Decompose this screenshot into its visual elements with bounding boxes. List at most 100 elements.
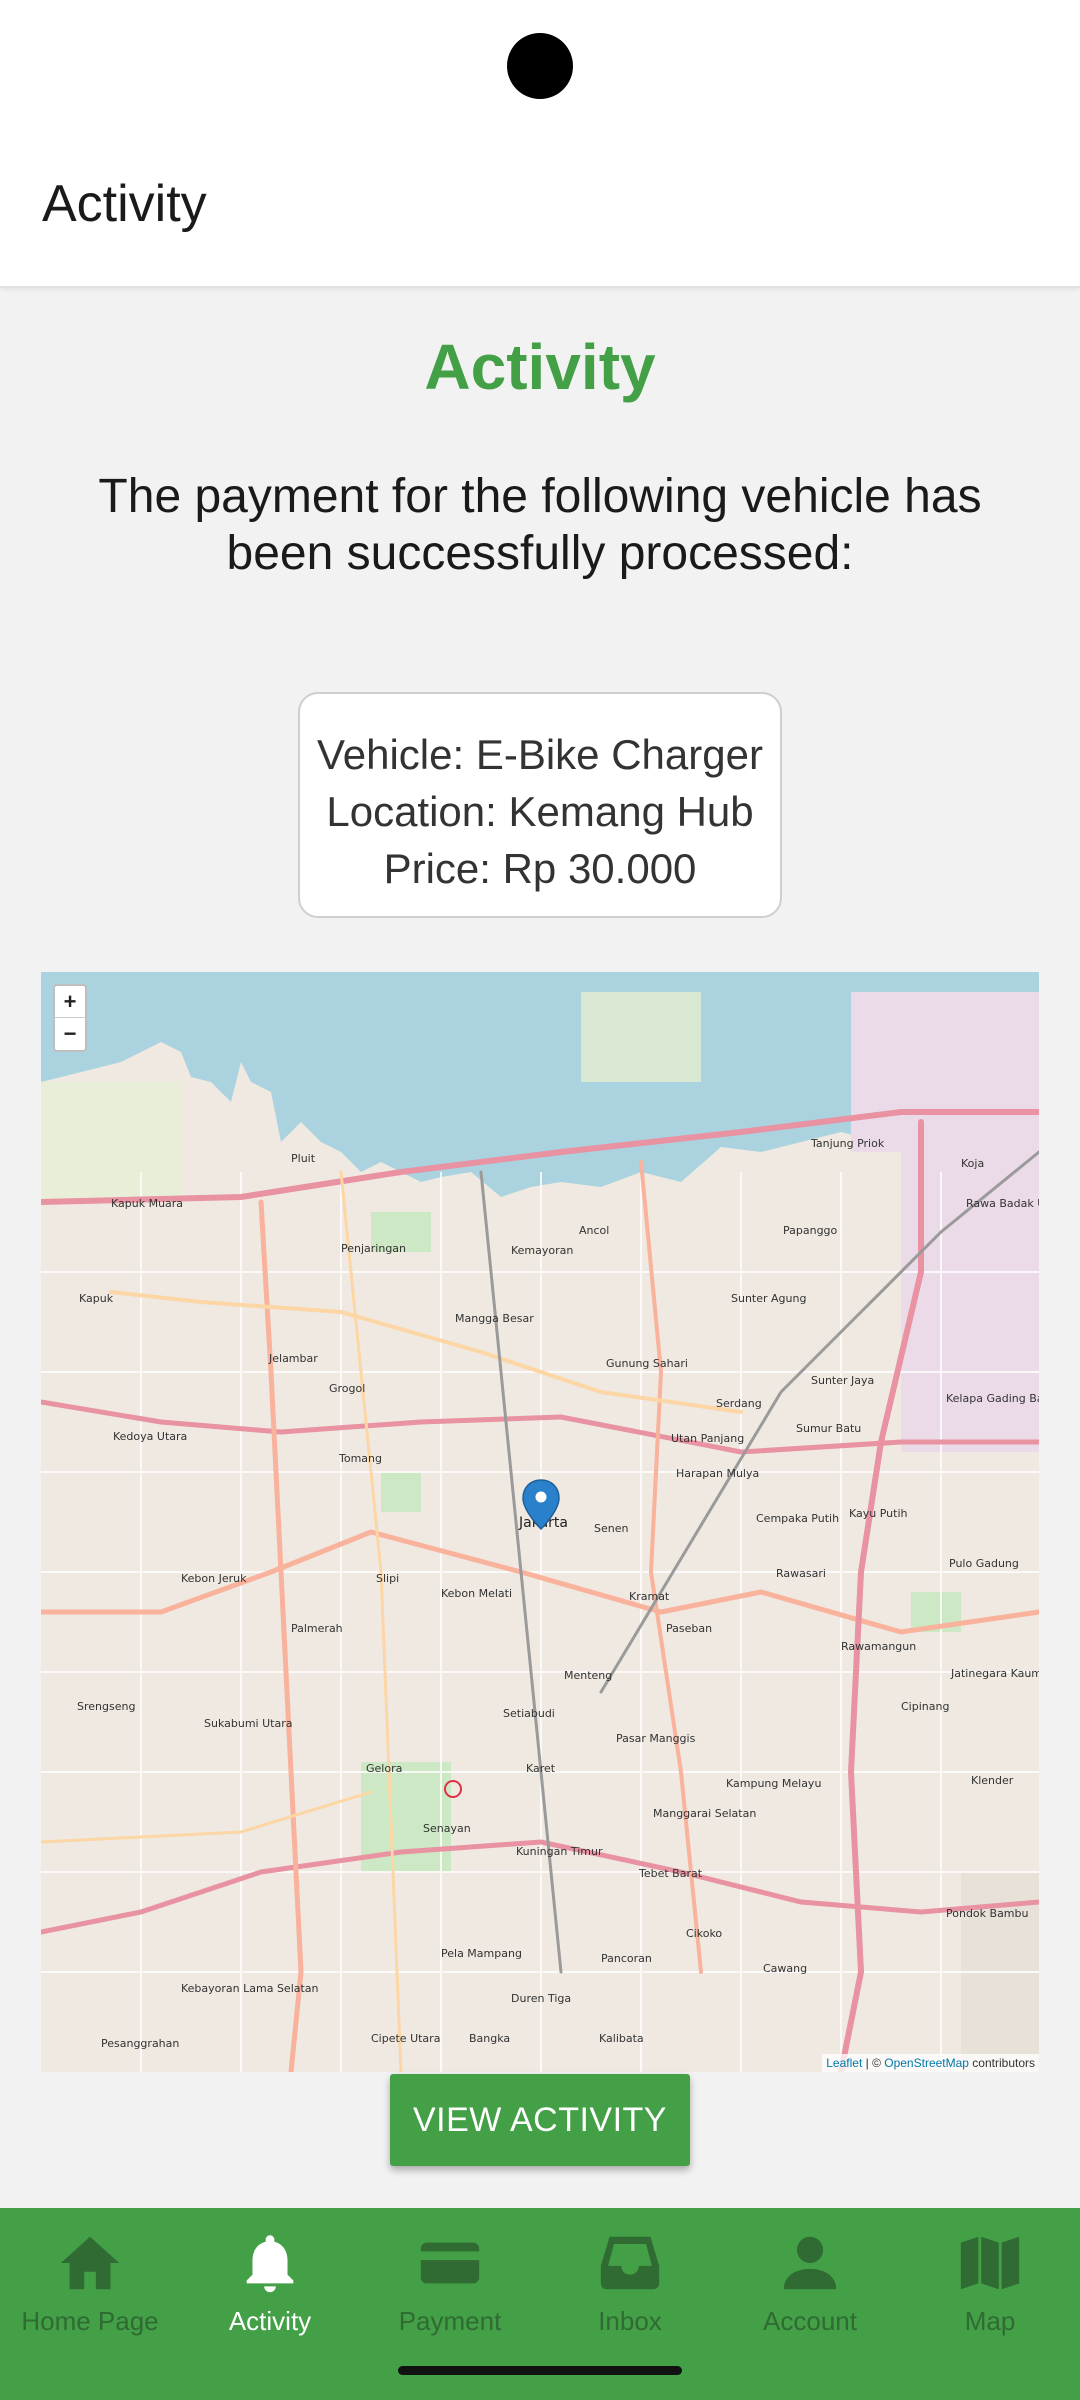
map-label-kedoya-utara: Kedoya Utara (113, 1430, 187, 1443)
map-label-grogol: Grogol (329, 1382, 365, 1395)
page-title: Activity (42, 175, 207, 233)
map-label-serdang: Serdang (716, 1397, 762, 1410)
map-label-rawamangun: Rawamangun (841, 1640, 916, 1653)
map-label-tomang: Tomang (338, 1452, 382, 1465)
map-label-manggarai: Manggarai Selatan (653, 1807, 756, 1820)
map-label-gunung-sahari: Gunung Sahari (606, 1357, 688, 1370)
home-indicator[interactable] (398, 2366, 682, 2375)
map-label-kebon-jeruk: Kebon Jeruk (181, 1572, 247, 1585)
map-label-jatinegara: Jatinegara Kaum (950, 1667, 1039, 1680)
success-message: The payment for the following vehicle ha… (98, 470, 982, 580)
map-label-papanggo: Papanggo (783, 1224, 838, 1237)
price-line: Price: Rp 30.000 (383, 845, 697, 892)
payment-info-card: Vehicle: E-Bike Charger Location: Kemang… (298, 692, 782, 918)
map-label-sumur-batu: Sumur Batu (796, 1422, 861, 1435)
view-activity-button[interactable]: VIEW ACTIVITY (390, 2074, 690, 2166)
nav-label-home: Home Page (21, 2306, 159, 2336)
location-line: Location: Kemang Hub (326, 788, 754, 835)
map-label-setiabudi: Setiabudi (503, 1707, 555, 1720)
map-label-cipinang: Cipinang (901, 1700, 949, 1713)
map-label-paseban: Paseban (666, 1622, 712, 1635)
map-icon (960, 2236, 1020, 2290)
map-label-sunter-jaya: Sunter Jaya (811, 1374, 874, 1387)
map-label-gelora: Gelora (366, 1762, 402, 1775)
map-label-menteng: Menteng (564, 1669, 612, 1682)
map-label-sukabumi-utara: Sukabumi Utara (204, 1717, 292, 1730)
map-label-pancoran: Pancoran (601, 1952, 652, 1965)
nav-label-payment: Payment (398, 2306, 502, 2336)
zoom-control: + − (53, 984, 87, 1052)
map-label-pluit: Pluit (291, 1152, 316, 1165)
map-label-koja: Koja (961, 1157, 984, 1170)
map-label-kapuk: Kapuk (79, 1292, 114, 1305)
map-label-pasar-manggis: Pasar Manggis (616, 1732, 696, 1745)
map-label-pela-mampang: Pela Mampang (441, 1947, 522, 1960)
inbox-icon (600, 2236, 660, 2290)
leaflet-link[interactable]: Leaflet (826, 2056, 862, 2070)
map-label-kuningan-timur: Kuningan Timur (516, 1845, 603, 1858)
map-label-cempaka-putih: Cempaka Putih (756, 1512, 839, 1525)
map-label-kapuk-muara: Kapuk Muara (111, 1197, 183, 1210)
map-label-pondok-bambu: Pondok Bambu (946, 1907, 1028, 1920)
map-label-karet: Karet (526, 1762, 556, 1775)
bottom-navigation: Home Page Activity Payment Inbox Account… (0, 2208, 1080, 2400)
map-label-cawang: Cawang (763, 1962, 807, 1975)
map-label-senayan: Senayan (423, 1822, 471, 1835)
nav-label-map: Map (964, 2306, 1016, 2336)
map-label-kayu-putih: Kayu Putih (849, 1507, 908, 1520)
map-label-pesanggrahan: Pesanggrahan (101, 2037, 179, 2050)
map-label-tebet-barat: Tebet Barat (638, 1867, 703, 1880)
nav-item-account[interactable]: Account (720, 2228, 900, 2348)
map-label-kebayoran: Kebayoran Lama Selatan (181, 1982, 319, 1995)
map-label-cikoko: Cikoko (686, 1927, 722, 1940)
map-label-klender: Klender (971, 1774, 1014, 1787)
map-label-rawa-badak: Rawa Badak Utara (966, 1197, 1039, 1210)
zoom-in-button[interactable]: + (55, 986, 85, 1017)
osm-link[interactable]: OpenStreetMap (884, 2056, 969, 2070)
map-label-jelambar: Jelambar (268, 1352, 318, 1365)
status-bar (0, 0, 1080, 130)
map-label-sunter-agung: Sunter Agung (731, 1292, 806, 1305)
map-label-senen: Senen (594, 1522, 628, 1535)
map-label-slipi: Slipi (376, 1572, 399, 1585)
map-label-mangga-besar: Mangga Besar (455, 1312, 534, 1325)
camera-cutout (507, 33, 573, 99)
zoom-out-button[interactable]: − (55, 1017, 85, 1049)
map-view[interactable]: Pluit Ancol Penjaringan Kapuk Muara Kapu… (41, 972, 1039, 2072)
map-label-utan-panjang: Utan Panjang (671, 1432, 744, 1445)
vehicle-line: Vehicle: E-Bike Charger (317, 731, 763, 778)
map-label-kebon-melati: Kebon Melati (441, 1587, 512, 1600)
map-label-kelapa-gading: Kelapa Gading Barat (946, 1392, 1039, 1405)
nav-item-inbox[interactable]: Inbox (540, 2228, 720, 2348)
person-icon (783, 2236, 837, 2290)
map-attribution: Leaflet | © OpenStreetMap contributors (822, 2054, 1039, 2072)
nav-item-payment[interactable]: Payment (360, 2228, 540, 2348)
map-label-cipete-utara: Cipete Utara (371, 2032, 440, 2045)
map-label-harapan-mulya: Harapan Mulya (676, 1467, 759, 1480)
content-title: Activity (424, 331, 656, 403)
credit-card-icon (420, 2242, 480, 2284)
nav-label-account: Account (763, 2306, 857, 2336)
map-label-kemayoran: Kemayoran (511, 1244, 573, 1257)
map-label-kalibata: Kalibata (599, 2032, 644, 2045)
home-icon (60, 2236, 120, 2290)
nav-item-map[interactable]: Map (900, 2228, 1080, 2348)
nav-item-activity[interactable]: Activity (180, 2228, 360, 2348)
attribution-separator: | © (862, 2056, 885, 2070)
nav-item-home[interactable]: Home Page (0, 2228, 180, 2348)
map-label-penjaringan: Penjaringan (341, 1242, 406, 1255)
map-label-srengseng: Srengseng (77, 1700, 135, 1713)
map-label-palmerah: Palmerah (291, 1622, 343, 1635)
map-label-tanjung-priok: Tanjung Priok (810, 1137, 885, 1150)
app-header: Activity (0, 130, 1080, 288)
map-tiles: Pluit Ancol Penjaringan Kapuk Muara Kapu… (41, 972, 1039, 2072)
map-label-pulo-gadung: Pulo Gadung (949, 1557, 1019, 1570)
bell-icon (246, 2235, 294, 2293)
map-label-ancol: Ancol (579, 1224, 609, 1237)
nav-label-activity: Activity (228, 2306, 312, 2336)
attribution-tail: contributors (968, 2056, 1035, 2070)
map-label-bangka: Bangka (469, 2032, 510, 2045)
map-label-kramat: Kramat (629, 1590, 670, 1603)
map-label-kampung-melayu: Kampung Melayu (726, 1777, 821, 1790)
map-label-duren-tiga: Duren Tiga (511, 1992, 571, 2005)
